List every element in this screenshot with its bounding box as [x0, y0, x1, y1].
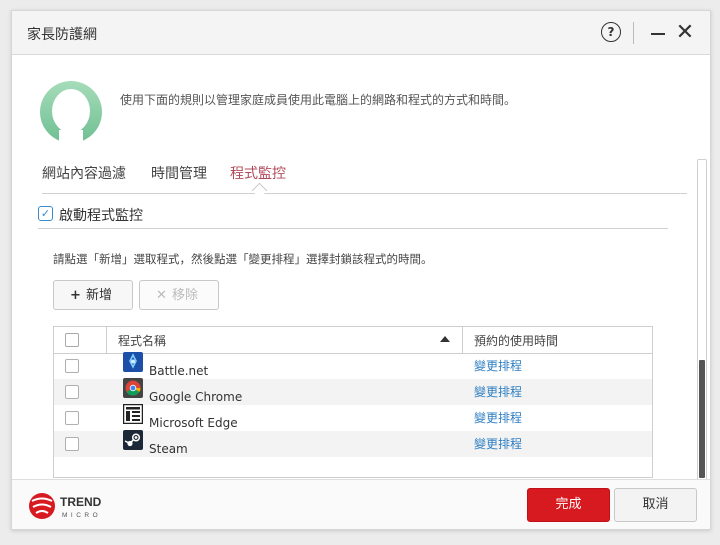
edge-icon: [123, 404, 143, 424]
help-button[interactable]: ?: [601, 22, 621, 42]
column-header-schedule: 預約的使用時間: [474, 334, 559, 348]
done-button[interactable]: 完成: [527, 488, 610, 522]
add-button[interactable]: + 新增: [53, 280, 133, 310]
steam-icon: [123, 430, 143, 450]
tab-website-filter[interactable]: 網站內容過濾: [42, 163, 126, 183]
change-schedule-link[interactable]: 變更排程: [474, 435, 522, 452]
program-table: 程式名稱 預約的使用時間 Battle.net 變更排程 Google Chro…: [53, 326, 653, 478]
program-name: Steam: [149, 442, 188, 456]
instructions-text: 請點選「新增」選取程式，然後點選「變更排程」選擇封鎖該程式的時間。: [53, 252, 433, 266]
plus-icon: +: [70, 288, 81, 303]
close-button[interactable]: ✕: [675, 22, 695, 44]
cancel-button[interactable]: 取消: [614, 488, 697, 522]
select-all-checkbox[interactable]: [65, 333, 79, 347]
user-avatar-icon: [40, 81, 102, 143]
x-icon: ✕: [156, 288, 167, 303]
footer: TREND MICRO 完成 取消: [12, 479, 710, 529]
program-name: Google Chrome: [149, 390, 243, 404]
remove-label: 移除: [172, 288, 199, 303]
table-row[interactable]: Microsoft Edge 變更排程: [54, 404, 652, 431]
program-name: Microsoft Edge: [149, 416, 238, 430]
row-checkbox[interactable]: [65, 385, 79, 399]
tab-bar: 網站內容過濾 時間管理 程式監控: [42, 163, 687, 194]
battlenet-icon: [123, 352, 143, 372]
remove-button[interactable]: ✕ 移除: [139, 280, 219, 310]
tab-program-control[interactable]: 程式監控: [230, 163, 286, 183]
change-schedule-link[interactable]: 變更排程: [474, 383, 522, 400]
vertical-scrollbar[interactable]: [697, 159, 707, 481]
table-row[interactable]: Battle.net 變更排程: [54, 352, 652, 379]
column-divider: [106, 327, 107, 353]
title-divider: [633, 22, 634, 44]
scrollbar-thumb[interactable]: [699, 360, 705, 478]
brand-line1: TREND: [60, 495, 102, 509]
table-header: 程式名稱 預約的使用時間: [54, 327, 652, 354]
tab-time-management[interactable]: 時間管理: [151, 163, 207, 183]
table-row[interactable]: Steam 變更排程: [54, 430, 652, 457]
column-header-name[interactable]: 程式名稱: [118, 332, 166, 349]
row-checkbox[interactable]: [65, 359, 79, 373]
minimize-button[interactable]: [649, 22, 667, 44]
parental-controls-dialog: 家長防護網 ? ✕ 使用下面的規則以管理家庭成員使用此電腦上的網路和程式的方式和…: [11, 10, 711, 530]
table-row[interactable]: Google Chrome 變更排程: [54, 378, 652, 405]
row-checkbox[interactable]: [65, 411, 79, 425]
enable-checkbox[interactable]: ✓: [38, 206, 53, 221]
change-schedule-link[interactable]: 變更排程: [474, 357, 522, 374]
window-title: 家長防護網: [27, 27, 97, 43]
column-divider: [462, 327, 463, 353]
description-text: 使用下面的規則以管理家庭成員使用此電腦上的網路和程式的方式和時間。: [120, 93, 517, 107]
change-schedule-link[interactable]: 變更排程: [474, 409, 522, 426]
enable-label: 啟動程式監控: [59, 208, 143, 224]
title-bar: 家長防護網 ? ✕: [12, 11, 710, 55]
enable-program-control-row[interactable]: ✓ 啟動程式監控: [38, 205, 668, 229]
program-name: Battle.net: [149, 364, 209, 378]
brand-line2: MICRO: [62, 512, 101, 519]
trend-micro-logo: TREND MICRO: [29, 493, 102, 519]
sort-ascending-icon[interactable]: [440, 336, 450, 342]
add-label: 新增: [86, 288, 113, 303]
row-checkbox[interactable]: [65, 437, 79, 451]
chrome-icon: [123, 378, 143, 398]
